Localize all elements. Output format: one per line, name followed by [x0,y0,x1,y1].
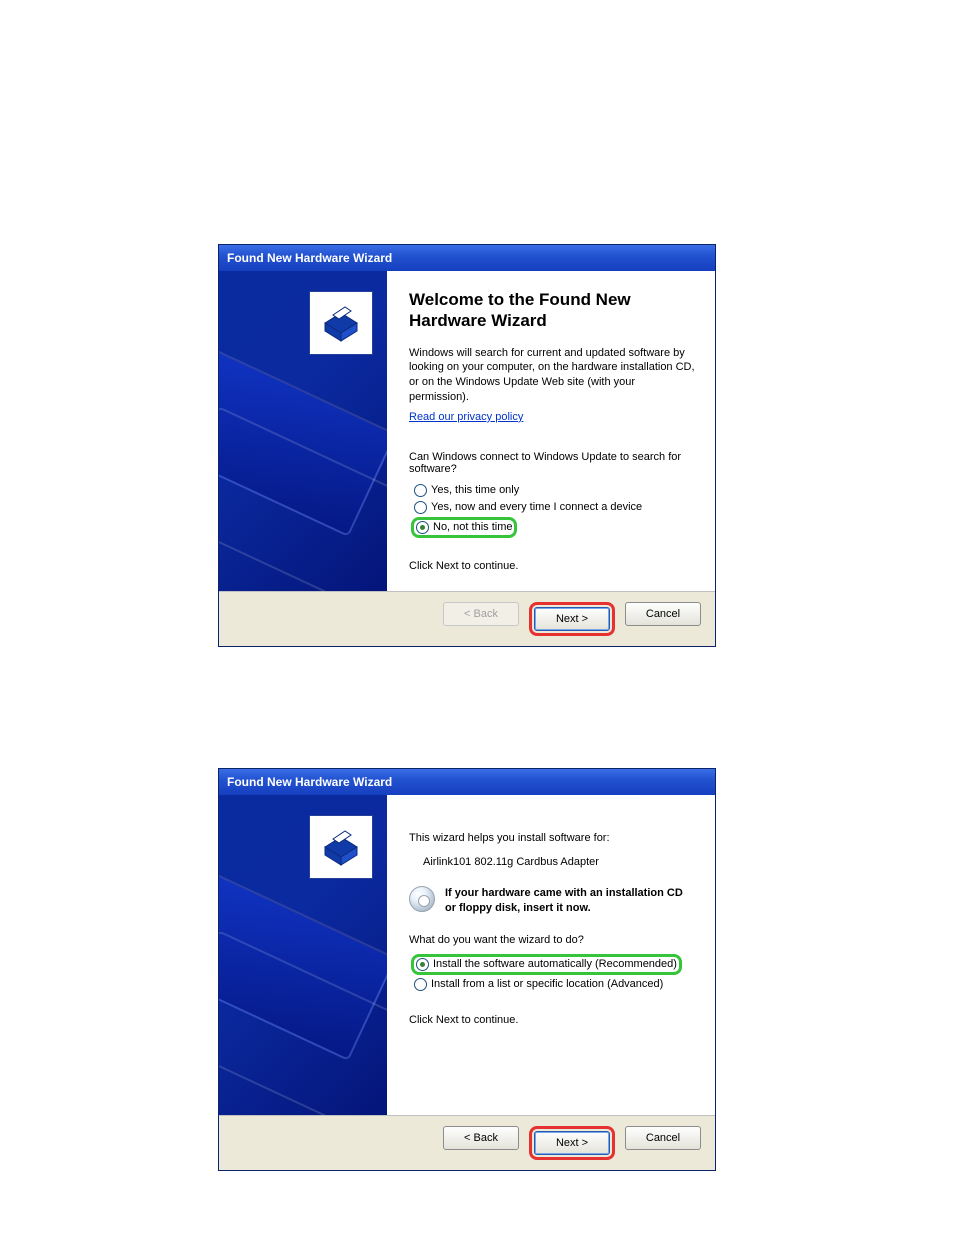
wizard-action-question: What do you want the wizard to do? [409,934,689,946]
button-bar: < Back Next > Cancel [219,591,715,646]
wizard-dialog-1: Found New Hardware Wizard Welcome to the… [218,244,716,647]
radio-no[interactable]: No, not this time [415,520,513,535]
radio-label: Yes, this time only [431,484,519,496]
radio-icon [416,958,429,971]
update-question: Can Windows connect to Windows Update to… [409,451,689,475]
radio-icon [414,501,427,514]
next-button[interactable]: Next > [534,1131,610,1155]
dialog-body: This wizard helps you install software f… [219,795,715,1115]
cancel-button[interactable]: Cancel [625,602,701,626]
highlight-next-button: Next > [529,1126,615,1160]
back-button: < Back [443,602,519,626]
radio-icon [414,978,427,991]
titlebar[interactable]: Found New Hardware Wizard [219,769,715,795]
intro-text: Windows will search for current and upda… [409,346,695,405]
radio-yes-once[interactable]: Yes, this time only [413,483,695,498]
radio-label: Install from a list or specific location… [431,978,663,990]
button-bar: < Back Next > Cancel [219,1115,715,1170]
intro-text: This wizard helps you install software f… [409,831,695,846]
next-button[interactable]: Next > [534,607,610,631]
radio-auto-install[interactable]: Install the software automatically (Reco… [415,957,678,972]
continue-text: Click Next to continue. [409,1014,695,1026]
radio-icon [416,521,429,534]
cd-note-text: If your hardware came with an installati… [445,886,685,916]
radio-yes-always[interactable]: Yes, now and every time I connect a devi… [413,500,695,515]
device-name: Airlink101 802.11g Cardbus Adapter [409,856,695,868]
content-pane: Welcome to the Found New Hardware Wizard… [387,271,715,591]
hardware-icon [309,815,373,879]
cancel-button[interactable]: Cancel [625,1126,701,1150]
dialog-body: Welcome to the Found New Hardware Wizard… [219,271,715,591]
hardware-icon [309,291,373,355]
radio-icon [414,484,427,497]
title-text: Found New Hardware Wizard [227,775,392,789]
radio-label: Install the software automatically (Reco… [433,958,677,970]
highlight-next-button: Next > [529,602,615,636]
privacy-policy-link[interactable]: Read our privacy policy [409,411,523,423]
content-pane: This wizard helps you install software f… [387,795,715,1115]
radio-label: Yes, now and every time I connect a devi… [431,501,642,513]
wizard-side-graphic [219,271,387,591]
radio-advanced-install[interactable]: Install from a list or specific location… [413,977,695,992]
continue-text: Click Next to continue. [409,560,695,572]
title-text: Found New Hardware Wizard [227,251,392,265]
wizard-dialog-2: Found New Hardware Wizard This wizard he… [218,768,716,1171]
cd-instruction: If your hardware came with an installati… [409,886,695,916]
highlight-selected-radio: No, not this time [411,517,517,538]
radio-label: No, not this time [433,521,512,533]
cd-icon [409,886,435,912]
back-button[interactable]: < Back [443,1126,519,1150]
highlight-selected-radio: Install the software automatically (Reco… [411,954,682,975]
wizard-side-graphic [219,795,387,1115]
wizard-heading: Welcome to the Found New Hardware Wizard [409,289,695,332]
titlebar[interactable]: Found New Hardware Wizard [219,245,715,271]
